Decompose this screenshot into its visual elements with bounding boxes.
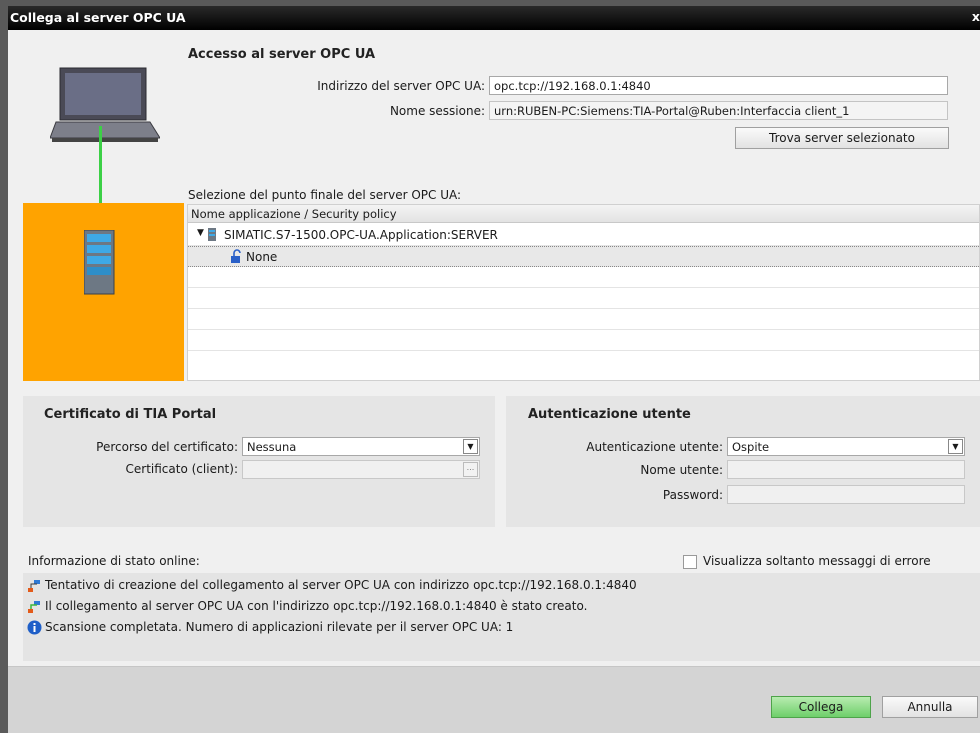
server-icon bbox=[208, 228, 216, 241]
auth-mode-value: Ospite bbox=[732, 440, 770, 454]
server-address-input[interactable]: opc.tcp://192.168.0.1:4840 bbox=[489, 76, 948, 95]
errors-only-label[interactable]: Visualizza soltanto messaggi di errore bbox=[703, 554, 931, 568]
dialog-footer: Collega Annulla bbox=[8, 666, 980, 733]
table-row bbox=[188, 288, 979, 309]
auth-mode-select[interactable]: Ospite ▼ bbox=[727, 437, 965, 456]
close-icon[interactable]: x bbox=[972, 9, 980, 24]
address-label: Indirizzo del server OPC UA: bbox=[317, 79, 485, 93]
table-row-application[interactable]: ▼ SIMATIC.S7-1500.OPC-UA.Application:SER… bbox=[188, 225, 979, 246]
application-name: SIMATIC.S7-1500.OPC-UA.Application:SERVE… bbox=[224, 228, 498, 242]
table-header: Nome applicazione / Security policy bbox=[188, 205, 979, 223]
endpoint-table[interactable]: Nome applicazione / Security policy ▼ SI… bbox=[187, 204, 980, 381]
status-message-text: Il collegamento al server OPC UA con l'i… bbox=[45, 599, 588, 613]
certificate-path-label: Percorso del certificato: bbox=[96, 440, 238, 454]
dialog-title: Collega al server OPC UA bbox=[10, 10, 186, 25]
info-icon bbox=[27, 620, 42, 635]
status-log: Tentativo di creazione del collegamento … bbox=[23, 573, 980, 661]
table-row bbox=[188, 330, 979, 351]
certificate-panel: Certificato di TIA Portal Percorso del c… bbox=[23, 396, 495, 527]
cancel-button[interactable]: Annulla bbox=[882, 696, 978, 718]
status-message-text: Tentativo di creazione del collegamento … bbox=[45, 578, 637, 592]
session-name-field[interactable]: urn:RUBEN-PC:Siemens:TIA-Portal@Ruben:In… bbox=[489, 101, 948, 120]
errors-only-checkbox[interactable] bbox=[683, 555, 697, 569]
table-row bbox=[188, 351, 979, 372]
connection-icon bbox=[28, 580, 40, 592]
authentication-panel: Autenticazione utente Autenticazione ute… bbox=[506, 396, 980, 527]
status-title: Informazione di stato online: bbox=[28, 554, 200, 568]
endpoint-title: Selezione del punto finale del server OP… bbox=[188, 188, 462, 202]
connection-icon bbox=[28, 601, 40, 613]
username-field bbox=[727, 460, 965, 479]
status-message-text: Scansione completata. Numero di applicaz… bbox=[45, 620, 514, 634]
authentication-title: Autenticazione utente bbox=[528, 407, 691, 422]
certificate-client-field: ... bbox=[242, 460, 480, 479]
certificate-path-select[interactable]: Nessuna ▼ bbox=[242, 437, 480, 456]
access-title: Accesso al server OPC UA bbox=[188, 47, 376, 62]
password-field bbox=[727, 485, 965, 504]
chevron-down-icon[interactable]: ▼ bbox=[948, 439, 963, 454]
username-label: Nome utente: bbox=[640, 463, 723, 477]
policy-name: None bbox=[246, 250, 278, 264]
expand-arrow-icon[interactable]: ▼ bbox=[197, 228, 204, 238]
certificate-client-label: Certificato (client): bbox=[125, 462, 238, 476]
laptop-icon bbox=[50, 67, 160, 142]
browse-button[interactable]: ... bbox=[463, 462, 478, 477]
auth-mode-label: Autenticazione utente: bbox=[586, 440, 723, 454]
certificate-path-value: Nessuna bbox=[247, 440, 297, 454]
table-row bbox=[188, 267, 979, 288]
unlocked-icon bbox=[231, 249, 241, 263]
chevron-down-icon[interactable]: ▼ bbox=[463, 439, 478, 454]
connect-dialog: Collega al server OPC UA x Accesso al se… bbox=[8, 6, 980, 733]
password-label: Password: bbox=[662, 488, 723, 502]
server-tower-icon bbox=[84, 230, 115, 295]
find-server-button[interactable]: Trova server selezionato bbox=[735, 127, 949, 149]
table-row bbox=[188, 309, 979, 330]
certificate-title: Certificato di TIA Portal bbox=[44, 407, 217, 422]
dialog-titlebar: Collega al server OPC UA x bbox=[8, 6, 980, 30]
session-label: Nome sessione: bbox=[389, 104, 485, 118]
table-row-policy-none[interactable]: None bbox=[188, 246, 979, 267]
connect-button[interactable]: Collega bbox=[771, 696, 871, 718]
